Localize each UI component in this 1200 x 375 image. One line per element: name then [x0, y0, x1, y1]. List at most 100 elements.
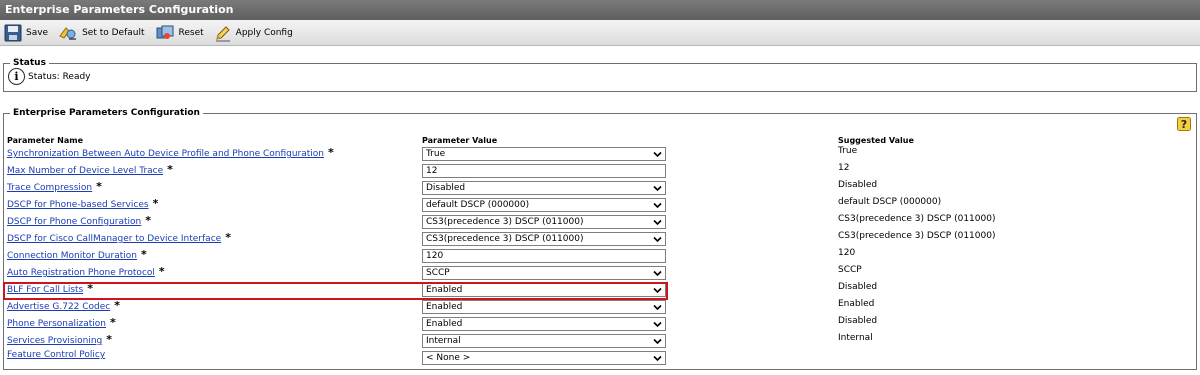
param-value-text: default DSCP (000000) [426, 200, 530, 210]
param-value-text: 120 [426, 251, 444, 261]
header-parameter-name: Parameter Name [7, 136, 83, 145]
save-label: Save [26, 27, 49, 38]
param-input-max-number-of-device-level-trace[interactable]: 12 [422, 164, 666, 178]
param-select-advertise-g-722-codec[interactable]: Enabled [422, 300, 666, 314]
param-row-services-provisioning: Services Provisioning * [7, 333, 112, 346]
param-value-text: < None > [426, 353, 471, 363]
suggested-value-dscp-for-phone-configuration: CS3(precedence 3) DSCP (011000) [838, 214, 996, 224]
param-row-advertise-g-722-codec: Advertise G.722 Codec * [7, 299, 120, 312]
suggested-value-services-provisioning: Internal [838, 333, 873, 343]
param-link-synchronization-between-auto-device-profile-and-phone-configuration[interactable]: Synchronization Between Auto Device Prof… [7, 149, 324, 159]
status-legend: Status [13, 58, 46, 68]
param-select-dscp-for-cisco-callmanager-to-device-interface[interactable]: CS3(precedence 3) DSCP (011000) [422, 232, 666, 246]
chevron-down-icon [653, 235, 662, 247]
param-value-text: CS3(precedence 3) DSCP (011000) [426, 234, 584, 244]
required-marker: * [140, 248, 147, 261]
required-marker: * [152, 197, 159, 210]
status-text: Status: Ready [28, 71, 91, 82]
apply-config-icon [215, 25, 230, 41]
required-marker: * [106, 333, 112, 346]
suggested-value-connection-monitor-duration: 120 [838, 248, 856, 258]
param-row-auto-registration-phone-protocol: Auto Registration Phone Protocol * [7, 265, 165, 278]
param-link-max-number-of-device-level-trace[interactable]: Max Number of Device Level Trace [7, 166, 163, 176]
param-select-trace-compression[interactable]: Disabled [422, 181, 666, 195]
reset-button[interactable]: Reset [155, 22, 204, 44]
param-select-synchronization-between-auto-device-profile-and-phone-configuration[interactable]: True [422, 147, 666, 161]
set-to-default-label: Set to Default [82, 27, 145, 38]
param-value-text: 12 [426, 166, 438, 176]
param-value-text: Enabled [426, 319, 463, 329]
chevron-down-icon [653, 354, 662, 366]
suggested-value-advertise-g-722-codec: Enabled [838, 299, 875, 309]
param-value-text: Internal [426, 336, 461, 346]
required-marker: * [96, 180, 102, 193]
required-marker: * [167, 163, 173, 176]
suggested-value-auto-registration-phone-protocol: SCCP [838, 265, 862, 275]
param-value-text: Enabled [426, 302, 463, 312]
param-select-services-provisioning[interactable]: Internal [422, 334, 666, 348]
param-row-connection-monitor-duration: Connection Monitor Duration * [7, 248, 147, 261]
param-link-dscp-for-phone-based-services[interactable]: DSCP for Phone-based Services [7, 200, 149, 210]
param-link-connection-monitor-duration[interactable]: Connection Monitor Duration [7, 251, 137, 261]
svg-text:?: ? [1181, 118, 1187, 131]
toolbar: Save Set to Default Reset Apply Config [0, 20, 1200, 46]
param-row-dscp-for-cisco-callmanager-to-device-interface: DSCP for Cisco CallManager to Device Int… [7, 231, 231, 244]
param-link-dscp-for-phone-configuration[interactable]: DSCP for Phone Configuration [7, 217, 141, 227]
status-section: Status i Status: Ready [3, 58, 1197, 92]
param-select-phone-personalization[interactable]: Enabled [422, 317, 666, 331]
highlighted-row-outline [3, 282, 668, 300]
param-link-feature-control-policy[interactable]: Feature Control Policy [7, 350, 105, 360]
chevron-down-icon [653, 150, 662, 162]
chevron-down-icon [653, 184, 662, 196]
param-row-dscp-for-phone-based-services: DSCP for Phone-based Services * [7, 197, 158, 210]
info-icon: i [8, 68, 25, 85]
header-suggested-value: Suggested Value [838, 136, 914, 145]
set-to-default-icon [59, 26, 77, 40]
suggested-value-trace-compression: Disabled [838, 180, 878, 190]
param-select-dscp-for-phone-configuration[interactable]: CS3(precedence 3) DSCP (011000) [422, 215, 666, 229]
page-title: Enterprise Parameters Configuration [0, 0, 1200, 20]
param-select-auto-registration-phone-protocol[interactable]: SCCP [422, 266, 666, 280]
apply-config-label: Apply Config [235, 27, 293, 38]
suggested-value-max-number-of-device-level-trace: 12 [838, 163, 850, 173]
param-link-advertise-g-722-codec[interactable]: Advertise G.722 Codec [7, 302, 110, 312]
chevron-down-icon [653, 337, 662, 349]
save-button[interactable]: Save [4, 22, 48, 44]
param-row-feature-control-policy: Feature Control Policy [7, 350, 105, 360]
suggested-value-synchronization-between-auto-device-profile-and-phone-configuration: True [838, 146, 858, 156]
enterprise-parameters-legend: Enterprise Parameters Configuration [13, 108, 200, 118]
param-value-text: Disabled [426, 183, 466, 193]
suggested-value-dscp-for-phone-based-services: default DSCP (000000) [838, 197, 942, 207]
suggested-value-blf-for-call-lists: Disabled [838, 282, 878, 292]
required-marker: * [145, 214, 151, 227]
param-value-text: True [426, 149, 446, 159]
param-link-phone-personalization[interactable]: Phone Personalization [7, 319, 106, 329]
param-link-auto-registration-phone-protocol[interactable]: Auto Registration Phone Protocol [7, 268, 155, 278]
set-to-default-button[interactable]: Set to Default [58, 22, 145, 44]
param-row-synchronization-between-auto-device-profile-and-phone-configuration: Synchronization Between Auto Device Prof… [7, 146, 334, 159]
chevron-down-icon [653, 269, 662, 281]
required-marker: * [109, 316, 116, 329]
param-row-max-number-of-device-level-trace: Max Number of Device Level Trace * [7, 163, 173, 176]
reset-label: Reset [178, 27, 204, 38]
required-marker: * [328, 146, 334, 159]
param-link-dscp-for-cisco-callmanager-to-device-interface[interactable]: DSCP for Cisco CallManager to Device Int… [7, 234, 221, 244]
param-row-dscp-for-phone-configuration: DSCP for Phone Configuration * [7, 214, 151, 227]
param-select-dscp-for-phone-based-services[interactable]: default DSCP (000000) [422, 198, 666, 212]
required-marker: * [158, 265, 165, 278]
param-input-connection-monitor-duration[interactable]: 120 [422, 249, 666, 263]
param-value-text: SCCP [426, 268, 450, 278]
chevron-down-icon [653, 201, 662, 213]
param-select-feature-control-policy[interactable]: < None > [422, 351, 666, 365]
param-link-services-provisioning[interactable]: Services Provisioning [7, 336, 102, 346]
chevron-down-icon [653, 218, 662, 230]
param-link-trace-compression[interactable]: Trace Compression [7, 183, 92, 193]
param-row-phone-personalization: Phone Personalization * [7, 316, 116, 329]
required-marker: * [225, 231, 231, 244]
required-marker: * [114, 299, 121, 312]
suggested-value-dscp-for-cisco-callmanager-to-device-interface: CS3(precedence 3) DSCP (011000) [838, 231, 996, 241]
save-icon [4, 24, 22, 41]
apply-config-button[interactable]: Apply Config [214, 22, 293, 44]
help-icon[interactable]: ? [1177, 117, 1191, 131]
header-parameter-value: Parameter Value [422, 136, 498, 145]
